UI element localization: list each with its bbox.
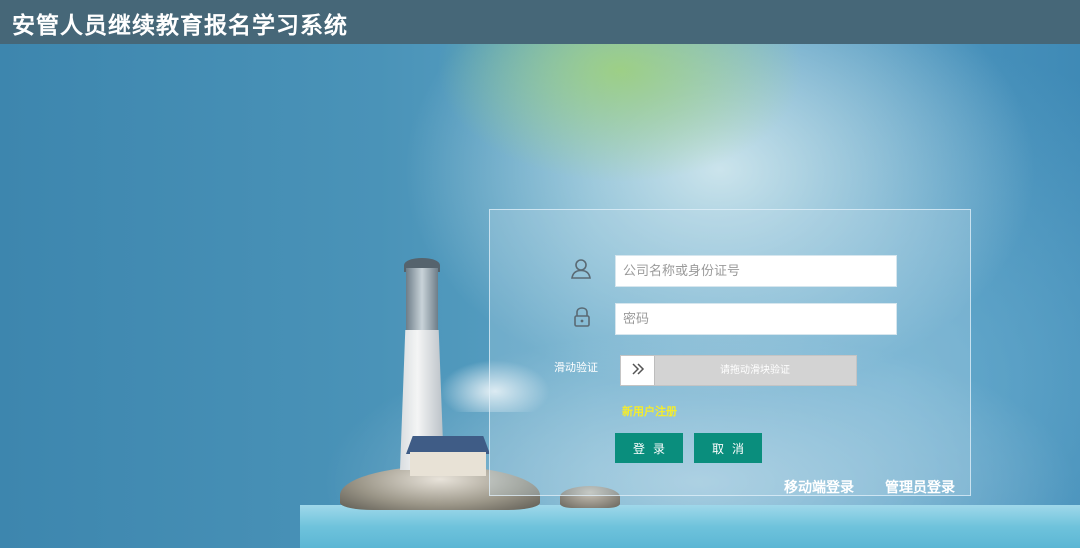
- double-chevron-right-icon: [631, 361, 645, 380]
- slider-verify-label: 滑动验证: [554, 361, 598, 374]
- cancel-button[interactable]: 取消: [694, 433, 762, 463]
- keeper-house: [410, 452, 486, 476]
- slider-verify-track[interactable]: 请拖动滑块验证: [620, 355, 857, 386]
- mobile-login-link[interactable]: 移动端登录: [784, 477, 854, 497]
- slider-handle[interactable]: [621, 356, 655, 385]
- top-bar: 安管人员继续教育报名学习系统: [0, 0, 1080, 44]
- password-input[interactable]: [615, 303, 897, 335]
- sea-image: [300, 505, 1080, 548]
- admin-login-link[interactable]: 管理员登录: [885, 477, 955, 497]
- login-button[interactable]: 登录: [615, 433, 683, 463]
- app-title: 安管人员继续教育报名学习系统: [12, 13, 348, 39]
- user-icon: [569, 257, 593, 281]
- slider-hint-text: 请拖动滑块验证: [720, 365, 790, 376]
- register-link[interactable]: 新用户注册: [622, 403, 677, 419]
- lock-icon: [570, 305, 594, 329]
- username-input[interactable]: [615, 255, 897, 287]
- lighthouse-lamp: [406, 268, 438, 330]
